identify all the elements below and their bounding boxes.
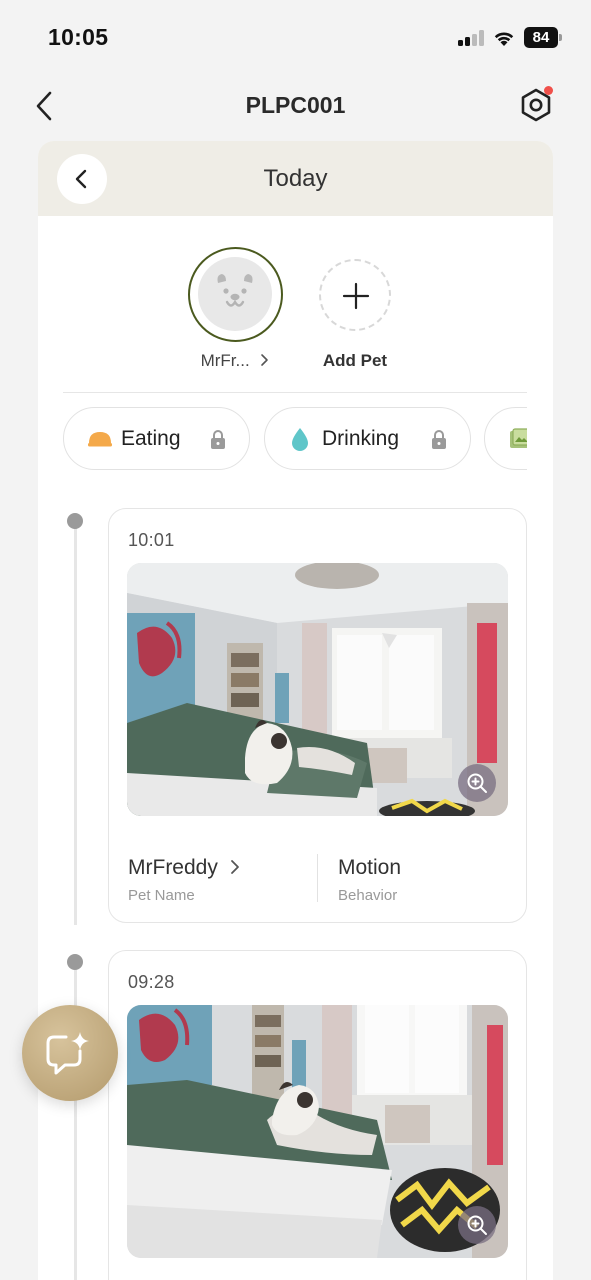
- add-pet-button[interactable]: [319, 259, 391, 331]
- lock-icon: [432, 430, 446, 449]
- notification-dot: [544, 86, 553, 95]
- lock-icon: [211, 430, 225, 449]
- daily-log-card: Today MrFr... Add Pet Eating Drinking 10…: [38, 141, 553, 1280]
- status-bar: 10:05 84: [0, 0, 591, 75]
- event-card[interactable]: 10:01 MrFreddy Pet Name Motion Behavior: [108, 508, 527, 923]
- event-time: 09:28: [128, 972, 175, 992]
- plus-icon: [342, 282, 370, 310]
- dog-face-icon: [198, 257, 272, 331]
- cellular-signal-icon: [458, 30, 486, 46]
- wifi-icon: [494, 32, 514, 46]
- zoom-button[interactable]: [458, 1206, 496, 1244]
- chip-eating-label: Eating: [121, 427, 181, 450]
- timeline-dot: [67, 954, 83, 970]
- event-pet-caption: Pet Name: [128, 887, 195, 904]
- water-drop-icon: [292, 428, 308, 451]
- nav-bar: PLPC001: [0, 75, 591, 137]
- divider: [63, 392, 527, 393]
- photo-icon: [510, 428, 527, 448]
- behavior-filter-chips: Eating Drinking: [63, 407, 527, 471]
- event-card[interactable]: 09:28: [108, 950, 527, 1280]
- page-title: PLPC001: [245, 92, 346, 118]
- ai-assistant-button[interactable]: [22, 1005, 118, 1101]
- event-snapshot[interactable]: [127, 563, 508, 816]
- pet-name-label: MrFr...: [200, 351, 250, 370]
- date-header: Today: [38, 141, 553, 216]
- battery-level: 84: [524, 27, 558, 48]
- event-behavior: Motion: [338, 856, 402, 879]
- status-time: 10:05: [48, 24, 109, 50]
- chip-photo[interactable]: [484, 407, 527, 470]
- zoom-in-icon: [467, 773, 487, 793]
- chevron-right-icon: [231, 860, 239, 874]
- event-pet-name[interactable]: MrFreddy: [128, 856, 218, 880]
- event-time: 10:01: [128, 530, 175, 550]
- food-bowl-icon: [88, 432, 112, 447]
- chevron-right-icon: [261, 354, 269, 366]
- pet-name-link[interactable]: MrFr...: [188, 351, 283, 371]
- event-snapshot[interactable]: [127, 1005, 508, 1258]
- chip-drinking[interactable]: Drinking: [264, 407, 471, 470]
- date-title: Today: [263, 165, 328, 192]
- timeline-line: [74, 521, 77, 925]
- event-behavior-caption: Behavior: [338, 887, 398, 904]
- divider: [317, 854, 318, 902]
- ai-chat-sparkle-icon: [46, 1032, 89, 1075]
- pet-avatar-selected[interactable]: [188, 247, 283, 342]
- zoom-in-icon: [467, 1215, 487, 1235]
- chip-eating[interactable]: Eating: [63, 407, 250, 470]
- room-snapshot-image: [127, 563, 508, 816]
- timeline-dot: [67, 513, 83, 529]
- room-snapshot-image: [127, 1005, 508, 1258]
- chip-drinking-label: Drinking: [322, 427, 400, 450]
- battery-indicator: 84: [524, 27, 562, 48]
- add-pet-label[interactable]: Add Pet: [300, 351, 410, 371]
- zoom-button[interactable]: [458, 764, 496, 802]
